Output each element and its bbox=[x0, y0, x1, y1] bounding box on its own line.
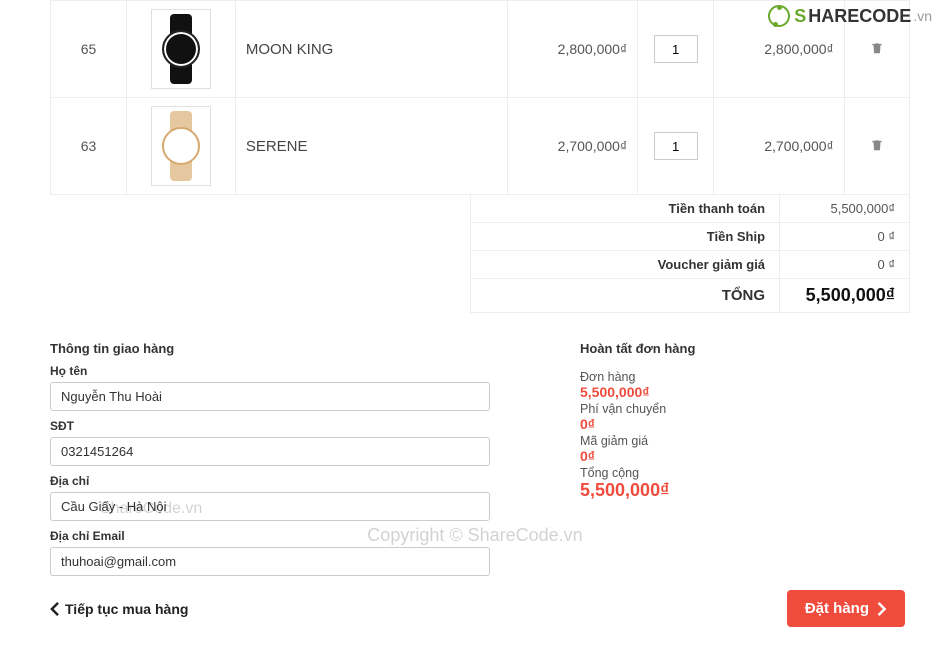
voucher-line-label: Mã giảm giá bbox=[580, 434, 910, 448]
summary-value: 5,500,000₫ bbox=[780, 195, 910, 223]
summary-label: Tiền Ship bbox=[471, 223, 780, 251]
total-line-label: Tổng cộng bbox=[580, 466, 910, 480]
row-price: 2,800,000₫ bbox=[507, 1, 637, 98]
name-label: Họ tên bbox=[50, 364, 490, 378]
row-thumb bbox=[127, 98, 236, 195]
chevron-left-icon bbox=[50, 602, 59, 616]
summary-value: 5,500,000₫ bbox=[780, 279, 910, 313]
summary-total: TỔNG 5,500,000₫ bbox=[471, 279, 910, 313]
total-amount: 5,500,000₫ bbox=[580, 480, 910, 501]
row-name: MOON KING bbox=[235, 1, 507, 98]
order-summary: Hoàn tất đơn hàng Đơn hàng 5,500,000₫ Ph… bbox=[580, 341, 910, 576]
phone-label: SĐT bbox=[50, 419, 490, 433]
ship-line-label: Phí vận chuyển bbox=[580, 402, 910, 416]
watch-icon bbox=[161, 14, 201, 84]
voucher-amount: 0₫ bbox=[580, 448, 910, 464]
phone-input[interactable] bbox=[50, 437, 490, 466]
continue-shopping-link[interactable]: Tiếp tục mua hàng bbox=[50, 601, 188, 617]
addr-input[interactable] bbox=[50, 492, 490, 521]
cart-table: 65 MOON KING 2,800,000₫ 2,800,000₫ 63 bbox=[50, 0, 910, 195]
order-line-label: Đơn hàng bbox=[580, 370, 910, 384]
row-price: 2,700,000₫ bbox=[507, 98, 637, 195]
shipping-form: Thông tin giao hàng Họ tên SĐT Địa chỉ Đ… bbox=[50, 341, 490, 576]
row-qty bbox=[638, 1, 714, 98]
row-name: SERENE bbox=[235, 98, 507, 195]
chevron-right-icon bbox=[877, 602, 887, 616]
order-amount: 5,500,000₫ bbox=[580, 384, 910, 400]
summary-label: TỔNG bbox=[471, 279, 780, 313]
row-thumb bbox=[127, 1, 236, 98]
summary-ship: Tiền Ship 0 ₫ bbox=[471, 223, 910, 251]
order-button-label: Đặt hàng bbox=[805, 600, 869, 617]
name-input[interactable] bbox=[50, 382, 490, 411]
row-delete[interactable] bbox=[844, 98, 909, 195]
summary-value: 0 ₫ bbox=[780, 251, 910, 279]
summary-label: Tiền thanh toán bbox=[471, 195, 780, 223]
table-row: 63 SERENE 2,700,000₫ 2,700,000₫ bbox=[51, 98, 910, 195]
summary-label: Voucher giảm giá bbox=[471, 251, 780, 279]
qty-input[interactable] bbox=[654, 132, 698, 160]
order-heading: Hoàn tất đơn hàng bbox=[580, 341, 910, 356]
ship-amount: 0₫ bbox=[580, 416, 910, 432]
row-subtotal: 2,700,000₫ bbox=[714, 98, 844, 195]
email-input[interactable] bbox=[50, 547, 490, 576]
summary-value: 0 ₫ bbox=[780, 223, 910, 251]
summary-pay: Tiền thanh toán 5,500,000₫ bbox=[471, 195, 910, 223]
place-order-button[interactable]: Đặt hàng bbox=[787, 590, 905, 627]
row-id: 63 bbox=[51, 98, 127, 195]
email-label: Địa chỉ Email bbox=[50, 529, 490, 543]
trash-icon bbox=[870, 139, 884, 155]
shipping-heading: Thông tin giao hàng bbox=[50, 341, 490, 356]
row-delete[interactable] bbox=[844, 1, 909, 98]
summary-voucher: Voucher giảm giá 0 ₫ bbox=[471, 251, 910, 279]
row-id: 65 bbox=[51, 1, 127, 98]
row-subtotal: 2,800,000₫ bbox=[714, 1, 844, 98]
continue-label: Tiếp tục mua hàng bbox=[65, 601, 188, 617]
watch-icon bbox=[161, 111, 201, 181]
trash-icon bbox=[870, 42, 884, 58]
addr-label: Địa chỉ bbox=[50, 474, 490, 488]
qty-input[interactable] bbox=[654, 35, 698, 63]
table-row: 65 MOON KING 2,800,000₫ 2,800,000₫ bbox=[51, 1, 910, 98]
row-qty bbox=[638, 98, 714, 195]
summary-table: Tiền thanh toán 5,500,000₫ Tiền Ship 0 ₫… bbox=[470, 194, 910, 313]
